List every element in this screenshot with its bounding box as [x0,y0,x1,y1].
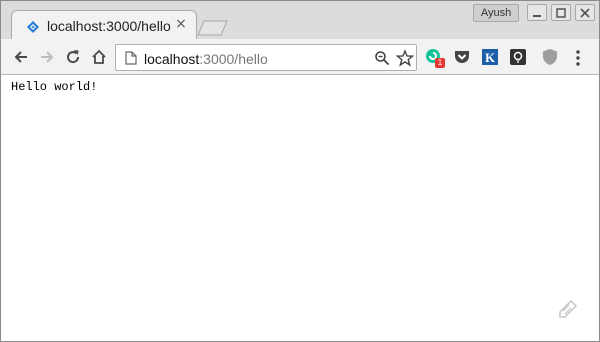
url-text: localhost:3000/hello [144,51,268,67]
express-favicon-icon [27,21,39,33]
reload-icon[interactable] [63,47,83,67]
tab-strip: localhost:3000/hello × Ayush [1,1,599,40]
kindle-icon: K [482,49,498,65]
page-icon [125,51,137,65]
kindle-letter: K [485,50,496,65]
feedback-icon[interactable] [557,298,579,320]
url-path: :3000/hello [199,51,268,67]
pocket-extension-icon[interactable] [453,48,471,66]
shield-icon [543,49,557,65]
kindle-extension-icon[interactable]: K [481,48,499,66]
kebab-menu-icon[interactable] [573,49,583,67]
pocket-icon [455,51,469,63]
close-window-button[interactable] [575,4,595,21]
extension-badge: 1 [435,58,445,68]
lightbulb-icon [510,49,526,65]
url-host: localhost [144,51,200,67]
tab-title: localhost:3000/hello [47,18,171,34]
bookmark-star-icon[interactable] [396,49,414,67]
zoom-icon[interactable] [374,50,390,66]
maximize-icon [556,8,566,18]
lightbulb-extension-icon[interactable] [509,48,527,66]
home-icon[interactable] [89,47,109,67]
maximize-button[interactable] [551,4,571,21]
page-body-text: Hello world! [11,80,98,94]
tab-localhost-hello[interactable]: localhost:3000/hello × [11,10,197,40]
browser-toolbar: localhost:3000/hello 1 K [1,39,599,75]
browser-window: localhost:3000/hello × Ayush localhost:3… [0,0,600,342]
page-content: Hello world! [1,76,599,341]
back-arrow-icon[interactable] [11,47,31,67]
shield-extension-icon[interactable] [541,48,559,66]
new-tab-button[interactable] [197,20,229,36]
minimize-button[interactable] [527,4,547,21]
address-bar[interactable]: localhost:3000/hello [115,44,417,71]
profile-button[interactable]: Ayush [473,4,519,22]
grammarly-extension-icon[interactable]: 1 [425,48,445,68]
tab-close-icon[interactable]: × [174,17,188,31]
minimize-icon [533,15,541,17]
close-icon [580,8,590,18]
forward-arrow-icon[interactable] [37,47,57,67]
